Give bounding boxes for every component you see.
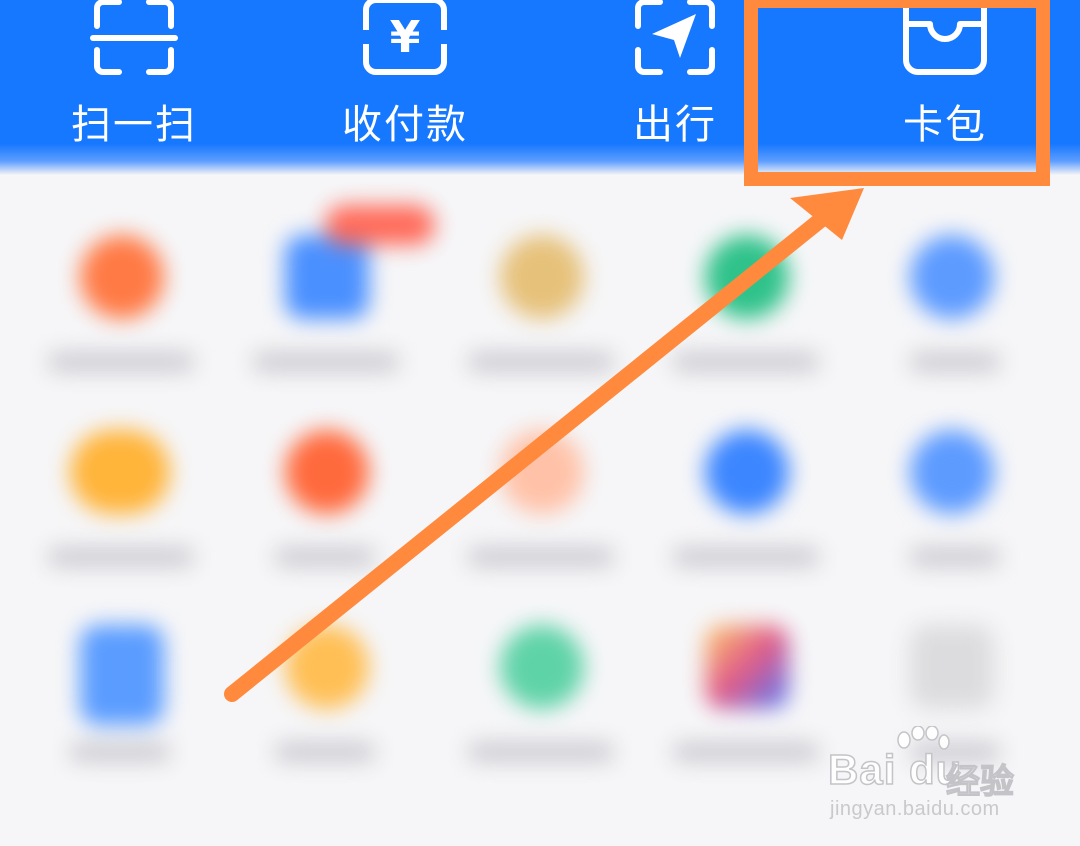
annotation-arrow-icon: [224, 188, 864, 702]
baidu-jingyan-watermark: Bai du 经验 jingyan.baidu.com: [827, 726, 1068, 828]
watermark-brand: Bai du: [827, 745, 963, 794]
watermark-brand-cn: 经验: [945, 761, 1014, 802]
watermark-url: jingyan.baidu.com: [830, 798, 1000, 820]
